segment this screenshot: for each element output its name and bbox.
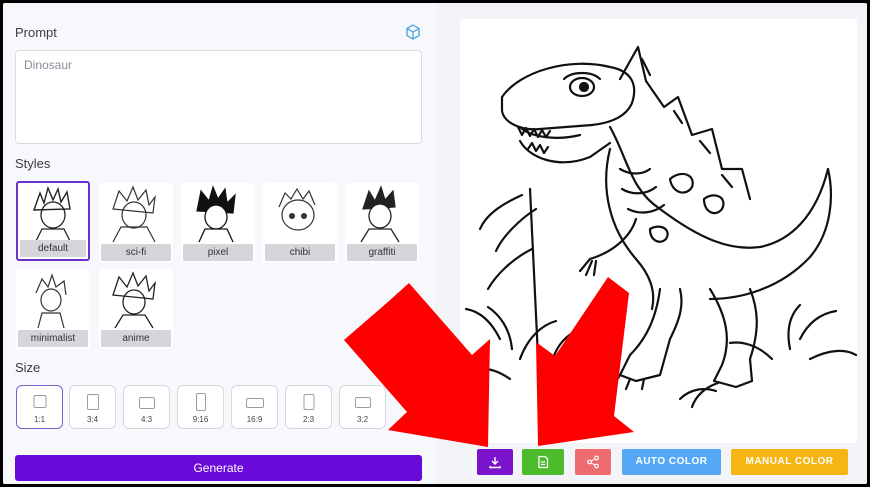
style-card-pixel[interactable]: pixel [181,183,255,263]
style-label: graffiti [347,244,417,261]
aspect-landscape-icon [138,397,155,409]
prompt-label: Prompt [15,25,57,40]
style-card-default[interactable]: default [16,181,90,261]
size-option-label: 2:3 [302,415,315,424]
size-option-label: 4:3 [140,415,153,424]
aspect-square-icon [33,395,46,408]
size-option-label: 16:9 [246,415,263,424]
size-option-2-3[interactable]: 2:3 [285,385,332,429]
app-frame: Prompt Dinosaur Styles default sci-fi pi… [3,3,867,484]
aspect-landscape-icon [354,397,371,408]
size-option-9-16[interactable]: 9:16 [177,385,224,429]
style-label: minimalist [18,330,88,347]
size-option-3-2[interactable]: 3:2 [339,385,386,429]
manual-color-button[interactable]: MANUAL COLOR [731,449,848,475]
style-label: chibi [265,244,335,261]
size-option-4-3[interactable]: 4:3 [123,385,170,429]
size-option-label: 1:1 [33,415,46,424]
style-thumbnail [35,273,67,329]
style-card-anime[interactable]: anime [99,269,173,349]
size-option-label: 9:16 [192,415,209,424]
aspect-portrait-icon [303,394,314,410]
style-label: sci-fi [101,244,171,261]
style-label: anime [101,330,171,347]
style-thumbnail [33,185,71,242]
aspect-wide-icon [245,398,264,408]
style-thumbnail [112,185,156,243]
file-save-icon [538,455,549,469]
save-file-button[interactable] [522,449,564,475]
settings-panel: Prompt Dinosaur Styles default sci-fi pi… [3,3,435,484]
cube-icon[interactable] [405,24,421,40]
share-icon [587,455,599,469]
style-thumbnail [196,185,236,243]
style-card-chibi[interactable]: chibi [263,183,337,263]
aspect-portrait-icon [86,394,99,410]
style-thumbnail [112,271,156,329]
dinosaur-coloring-page [464,45,858,409]
size-option-16-9[interactable]: 16:9 [231,385,278,429]
styles-label: Styles [15,156,51,171]
generate-button[interactable]: Generate [15,455,422,481]
style-card-graffiti[interactable]: graffiti [345,183,419,263]
download-icon [489,457,501,469]
prompt-input[interactable]: Dinosaur [15,50,422,144]
style-thumbnail [360,185,400,243]
style-card-minimalist[interactable]: minimalist [16,269,90,349]
size-option-1-1[interactable]: 1:1 [16,385,63,429]
size-option-label: 3:4 [86,415,99,424]
size-label: Size [15,360,41,375]
style-label: default [20,240,86,257]
share-button[interactable] [575,449,611,475]
generated-image [460,19,858,443]
size-option-label: 3:2 [356,415,369,424]
preview-panel: AUTO COLOR MANUAL COLOR [446,3,867,484]
size-option-3-4[interactable]: 3:4 [69,385,116,429]
style-card-sci-fi[interactable]: sci-fi [99,183,173,263]
aspect-tall-icon [195,393,206,411]
auto-color-button[interactable]: AUTO COLOR [622,449,721,475]
download-button[interactable] [477,449,513,475]
style-thumbnail [278,187,316,231]
style-label: pixel [183,244,253,261]
